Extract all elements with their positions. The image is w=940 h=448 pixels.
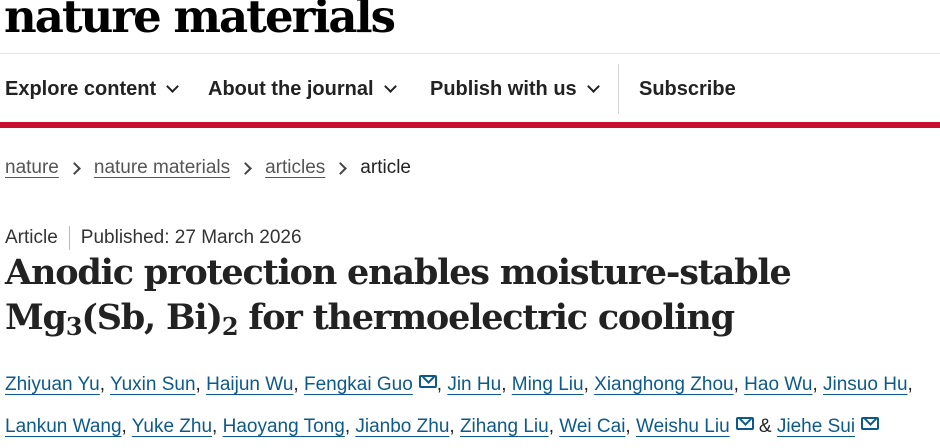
author-item: Fengkai Guo	[304, 374, 437, 395]
author-separator: ,	[293, 374, 304, 395]
nav-explore-content[interactable]: Explore content	[5, 64, 180, 114]
breadcrumb-nature[interactable]: nature	[5, 157, 59, 179]
author-name[interactable]: Fengkai Guo	[304, 374, 413, 395]
chevron-down-icon	[383, 79, 397, 93]
author-name[interactable]: Lankun Wang	[5, 416, 122, 437]
author-separator: ,	[449, 416, 460, 437]
author-separator: ,	[907, 374, 913, 395]
header-divider	[0, 53, 940, 54]
author-separator: ,	[625, 416, 636, 437]
nav-publish-with-us[interactable]: Publish with us	[430, 64, 600, 114]
breadcrumb-nature-materials[interactable]: nature materials	[94, 157, 230, 179]
chevron-down-icon	[586, 79, 600, 93]
nav-about-journal[interactable]: About the journal	[208, 64, 397, 114]
author-name[interactable]: Zihang Liu	[460, 416, 549, 437]
accent-bar	[0, 122, 940, 128]
article-type: Article	[5, 227, 58, 248]
author-item: Ming Liu	[512, 374, 584, 395]
author-item: Weishu Liu	[636, 416, 754, 437]
author-item: Yuke Zhu	[132, 416, 212, 437]
author-item: Zhiyuan Yu	[5, 374, 100, 395]
author-item: Lankun Wang	[5, 416, 122, 437]
author-name[interactable]: Jianbo Zhu	[355, 416, 449, 437]
author-name[interactable]: Weishu Liu	[636, 416, 730, 437]
chevron-right-icon	[239, 161, 252, 175]
author-name[interactable]: Jiehe Sui	[777, 416, 855, 437]
title-subscript-2: 2	[221, 312, 239, 341]
author-name[interactable]: Haoyang Tong	[223, 416, 345, 437]
author-name[interactable]: Wei Cai	[559, 416, 625, 437]
nav-about-journal-label: About the journal	[208, 77, 374, 100]
author-separator: ,	[812, 374, 824, 395]
article-meta: Article Published: 27 March 2026	[5, 225, 302, 251]
author-item: Jianbo Zhu	[355, 416, 449, 437]
author-name[interactable]: Jinsuo Hu	[823, 374, 908, 395]
author-name[interactable]: Zhiyuan Yu	[5, 374, 100, 395]
author-item: Jin Hu	[447, 374, 501, 395]
main-nav: Explore content About the journal Publis…	[0, 64, 940, 114]
author-item: Zihang Liu	[460, 416, 549, 437]
author-separator: ,	[212, 416, 223, 437]
author-name[interactable]: Ming Liu	[512, 374, 584, 395]
author-name[interactable]: Haijun Wu	[206, 374, 293, 395]
author-item: Hao Wu	[744, 374, 812, 395]
author-name[interactable]: Yuxin Sun	[110, 374, 196, 395]
author-item: Haijun Wu	[206, 374, 293, 395]
article-title: Anodic protection enables moisture-stabl…	[5, 250, 935, 340]
breadcrumb-articles[interactable]: articles	[265, 157, 325, 179]
author-separator: ,	[583, 374, 595, 395]
author-separator: ,	[121, 416, 132, 437]
nav-divider	[618, 64, 619, 114]
published-date: Published: 27 March 2026	[80, 227, 302, 248]
author-name[interactable]: Hao Wu	[744, 374, 812, 395]
meta-divider	[68, 226, 70, 250]
author-separator: ,	[344, 416, 356, 437]
author-name[interactable]: Yuke Zhu	[132, 416, 212, 437]
author-list: Zhiyuan Yu, Yuxin Sun, Haijun Wu, Fengka…	[5, 364, 940, 448]
email-icon[interactable]	[861, 417, 880, 430]
author-item: Jiehe Sui	[777, 416, 880, 437]
breadcrumb-current: article	[360, 157, 411, 178]
author-item: Jinsuo Hu	[823, 374, 908, 395]
author-separator: ,	[548, 416, 560, 437]
author-separator: &	[753, 416, 777, 437]
author-item: Haoyang Tong	[223, 416, 345, 437]
email-icon[interactable]	[735, 417, 754, 430]
subscribe-link[interactable]: Subscribe	[639, 64, 736, 114]
nav-publish-with-us-label: Publish with us	[430, 77, 577, 100]
nav-explore-content-label: Explore content	[5, 77, 157, 100]
author-name[interactable]: Jin Hu	[447, 374, 501, 395]
author-name[interactable]: Xianghong Zhou	[594, 374, 733, 395]
author-item: Wei Cai	[559, 416, 625, 437]
author-item: Xianghong Zhou	[594, 374, 733, 395]
author-item: Yuxin Sun	[110, 374, 196, 395]
author-separator: ,	[436, 374, 448, 395]
chevron-right-icon	[68, 161, 81, 175]
chevron-down-icon	[166, 79, 180, 93]
author-separator: ,	[733, 374, 745, 395]
journal-logo[interactable]: nature materials	[4, 0, 396, 39]
chevron-right-icon	[334, 161, 348, 175]
title-part-2: (Sb, Bi)	[81, 297, 223, 338]
author-separator: ,	[195, 374, 207, 395]
email-icon[interactable]	[418, 375, 437, 388]
breadcrumb: nature nature materials articles article	[5, 154, 411, 182]
title-subscript-1: 3	[65, 312, 83, 341]
title-part-3: for thermoelectric cooling	[237, 297, 735, 338]
author-separator: ,	[99, 374, 110, 395]
author-separator: ,	[501, 374, 512, 395]
